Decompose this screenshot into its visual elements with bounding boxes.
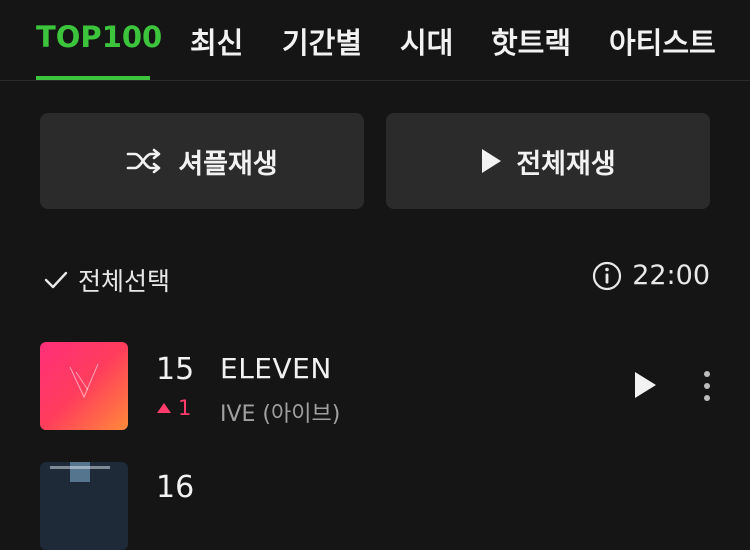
select-all-toggle[interactable]: 전체선택 [44,262,170,298]
rank-number: 15 [156,352,195,387]
tab-hot-track[interactable]: 핫트랙 [491,20,571,62]
select-all-label: 전체선택 [78,267,171,296]
check-icon [44,271,68,289]
tab-era[interactable]: 시대 [400,20,453,62]
category-tabs: TOP100 최신 기간별 시대 핫트랙 아티스트 [0,0,750,81]
shuffle-play-label: 셔플재생 [178,148,278,180]
song-artist[interactable]: IVE (아이브) [220,396,340,428]
total-duration-value: 22:00 [632,260,710,291]
shuffle-icon [127,148,161,174]
tab-by-period[interactable]: 기간별 [282,20,362,62]
tab-artist[interactable]: 아티스트 [609,20,716,62]
play-all-label: 전체재생 [516,148,616,180]
rank-change-value: 1 [178,396,192,420]
more-vertical-icon[interactable] [702,370,712,404]
song-row[interactable]: 16 [0,450,750,550]
tab-top100[interactable]: TOP100 [36,20,162,54]
rank-number: 16 [156,470,195,505]
album-cover[interactable] [40,342,128,430]
song-row[interactable]: 15 1 ELEVEN IVE (아이브) [0,330,750,430]
play-icon[interactable] [632,370,658,400]
shuffle-play-button[interactable]: 셔플재생 [40,113,364,209]
tab-latest[interactable]: 최신 [190,20,243,62]
album-cover[interactable] [40,462,128,550]
total-duration: 22:00 [592,260,710,291]
rank-up-icon [157,403,171,413]
song-title: ELEVEN [220,352,332,385]
play-icon [482,149,502,173]
info-icon[interactable] [592,261,622,291]
play-all-button[interactable]: 전체재생 [386,113,710,209]
active-tab-indicator [36,76,150,80]
rank-change: 1 [156,396,191,420]
